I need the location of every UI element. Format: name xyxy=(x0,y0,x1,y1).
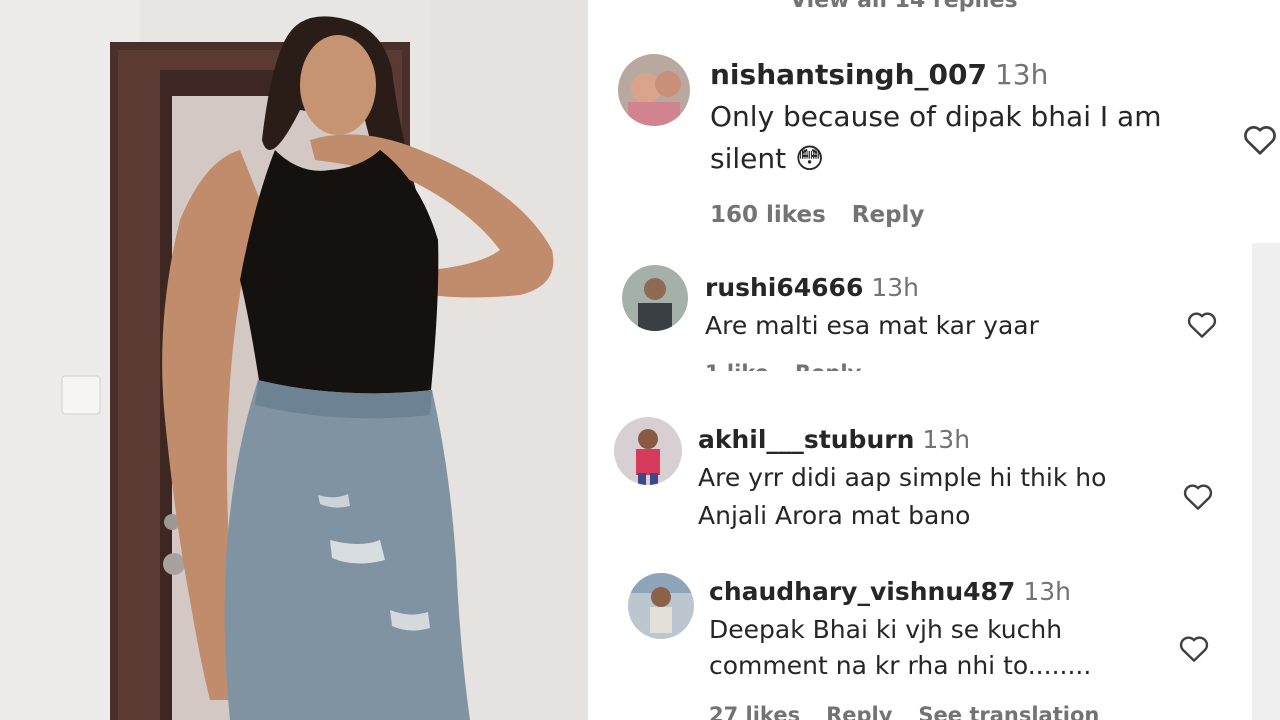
heart-outline-icon[interactable] xyxy=(1178,633,1210,667)
see-translation-link[interactable]: See translation xyxy=(918,703,1099,720)
reply-button[interactable]: Reply xyxy=(795,361,861,371)
heart-outline-icon[interactable] xyxy=(1182,481,1214,515)
comment-card-1: View all 14 replies nishantsingh_007 13h … xyxy=(588,0,1280,243)
heart-outline-icon[interactable] xyxy=(1186,309,1218,343)
reply-button[interactable]: Reply xyxy=(826,703,892,720)
likes-count[interactable]: 160 likes xyxy=(710,202,826,228)
reply-button[interactable]: Reply xyxy=(852,202,925,228)
comment-text-line: silent 😳 xyxy=(710,142,825,175)
username-text[interactable]: akhil___stuburn xyxy=(698,425,914,454)
comment-time: 13h xyxy=(1023,577,1071,606)
comment-text-line: comment na kr rha nhi to........ xyxy=(709,651,1092,680)
username-text[interactable]: chaudhary_vishnu487 xyxy=(709,577,1015,606)
likes-count[interactable]: 1 like xyxy=(705,361,769,371)
comment-text-line: Anjali Arora mat bano xyxy=(698,501,971,530)
avatar[interactable] xyxy=(618,54,690,126)
comment-text-line: Deepak Bhai ki vjh se kuchh xyxy=(709,615,1063,644)
comment-card-4: chaudhary_vishnu487 13h Deepak Bhai ki vj… xyxy=(596,535,1246,720)
post-photo xyxy=(0,0,588,720)
comment-meta: 160 likes Reply xyxy=(710,202,950,228)
comment-username[interactable]: chaudhary_vishnu487 13h xyxy=(709,577,1071,606)
comment-text-line: Are malti esa mat kar yaar xyxy=(705,311,1039,340)
comment-card-3: akhil___stuburn 13h Are yrr didi aap simp… xyxy=(588,373,1248,533)
comment-time: 13h xyxy=(871,273,920,302)
likes-count[interactable]: 27 likes xyxy=(709,703,800,720)
comment-meta: 1 like Reply xyxy=(705,361,887,371)
comment-text-line: Only because of dipak bhai I am xyxy=(710,100,1162,133)
panel-edge xyxy=(1252,243,1280,720)
comment-time: 13h xyxy=(994,58,1049,91)
comment-username[interactable]: rushi64666 13h xyxy=(705,273,919,302)
comment-text-line: Are yrr didi aap simple hi thik ho xyxy=(698,463,1107,492)
comment-card-2: rushi64666 13h Are malti esa mat kar yaar… xyxy=(592,243,1252,371)
comment-meta: 27 likes Reply See translation xyxy=(709,703,1125,720)
avatar[interactable] xyxy=(614,417,682,485)
avatar[interactable] xyxy=(622,265,688,331)
comment-time: 13h xyxy=(922,425,971,454)
avatar[interactable] xyxy=(628,573,694,639)
heart-outline-icon[interactable] xyxy=(1242,122,1278,160)
username-text[interactable]: nishantsingh_007 xyxy=(710,58,987,91)
view-replies-link[interactable]: View all 14 replies xyxy=(790,0,1018,13)
comment-username[interactable]: nishantsingh_007 13h xyxy=(710,58,1048,91)
username-text[interactable]: rushi64666 xyxy=(705,273,863,302)
comment-username[interactable]: akhil___stuburn 13h xyxy=(698,425,970,454)
